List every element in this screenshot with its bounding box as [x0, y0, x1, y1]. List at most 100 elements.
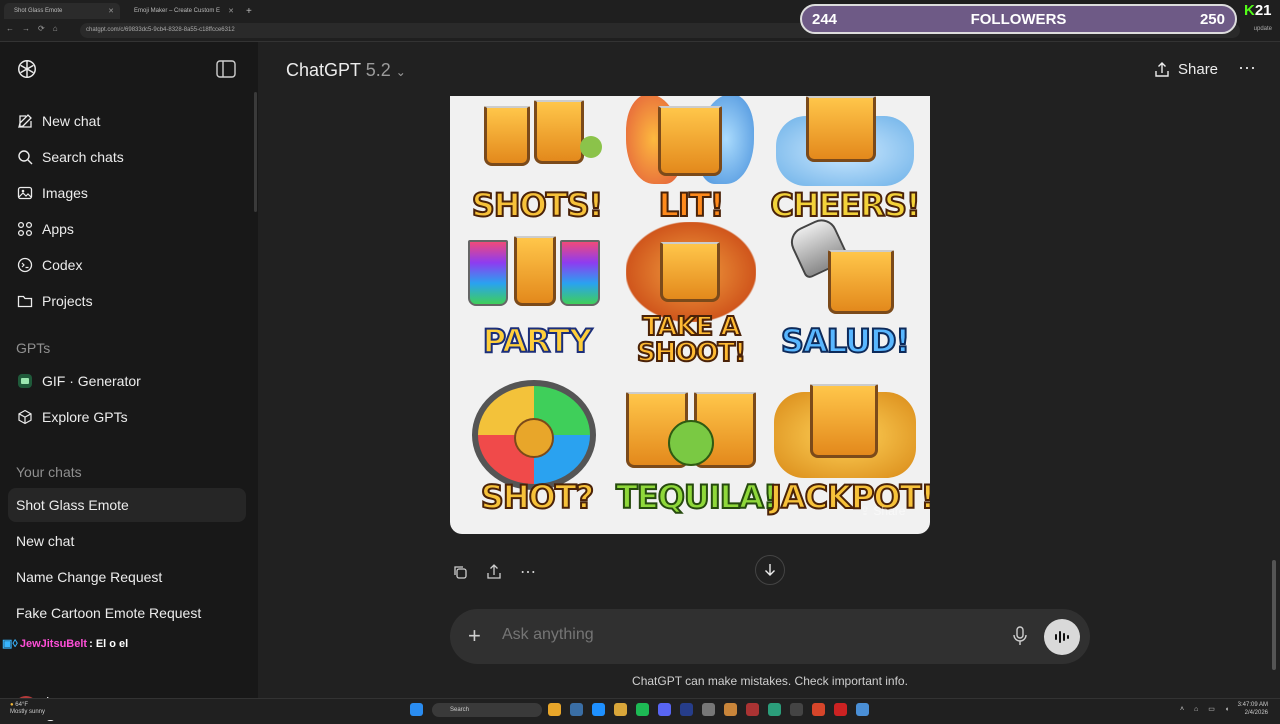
your-chats-heading: Your chats — [16, 464, 82, 480]
chat-item-name-change-request[interactable]: Name Change Request — [8, 560, 246, 594]
spotify-icon[interactable] — [636, 703, 649, 716]
emote-label: CHEERS! — [769, 185, 921, 225]
main-scrollbar[interactable] — [1272, 560, 1276, 670]
chat-username: JewJitsuBelt — [19, 637, 88, 650]
shot-glass-icon — [514, 236, 556, 306]
scroll-down-button[interactable] — [755, 555, 785, 585]
edit-icon — [16, 112, 34, 130]
app-icon[interactable] — [856, 703, 869, 716]
image-share-button[interactable]: ⇪ Share — [860, 504, 905, 518]
emote-cheers: CHEERS! — [769, 96, 922, 234]
gif-icon — [16, 372, 34, 390]
edge-icon[interactable] — [592, 703, 605, 716]
followers-current: 244 — [812, 10, 838, 28]
generated-image[interactable]: SHOTS! LIT! CHEERS! PARTY TAKE A SHOOT! … — [450, 96, 930, 534]
openai-logo-icon[interactable] — [16, 58, 38, 80]
shot-glass-icon — [534, 100, 584, 164]
nav-apps[interactable]: Apps — [16, 217, 74, 241]
disclaimer: ChatGPT can make mistakes. Check importa… — [632, 674, 908, 688]
obs-icon[interactable] — [834, 703, 847, 716]
taskbar-pinned — [548, 703, 869, 716]
weather-widget[interactable]: ● 64°F Mostly sunny — [10, 702, 45, 716]
folder-icon — [16, 292, 34, 310]
emote-label: SHOT? — [480, 477, 595, 517]
sidebar: New chat Search chats Images Apps Codex … — [0, 42, 258, 724]
rainbow-shot-icon — [468, 240, 508, 306]
emote-lit: LIT! — [616, 96, 766, 234]
app-icon[interactable] — [746, 703, 759, 716]
system-tray[interactable]: ˄ ⌂ ▭ ◖ — [1180, 705, 1233, 713]
sidebar-toggle-icon[interactable] — [216, 60, 236, 78]
terminal-icon[interactable] — [790, 703, 803, 716]
chat-badge-icon: ▣◊ — [2, 638, 18, 650]
more-options-icon[interactable]: ⋯ — [1238, 58, 1256, 79]
browser-nav-buttons[interactable]: ←→⟳⌂ — [6, 24, 66, 33]
shot-glass-icon — [484, 106, 530, 166]
emote-party: PARTY — [462, 222, 612, 370]
share-icon: ⇪ — [860, 504, 871, 518]
nav-codex[interactable]: Codex — [16, 253, 82, 277]
chrome-icon[interactable] — [548, 703, 561, 716]
nav-projects[interactable]: Projects — [16, 289, 93, 313]
nav-search-chats[interactable]: Search chats — [16, 145, 124, 169]
windows-start-icon[interactable] — [410, 703, 423, 716]
close-icon[interactable]: ✕ — [108, 7, 114, 15]
sidebar-scrollbar[interactable] — [254, 92, 257, 212]
app-icon[interactable] — [768, 703, 781, 716]
model-version: 5.2 — [365, 60, 391, 80]
chat-item-new-chat[interactable]: New chat — [8, 524, 246, 558]
emote-label: TEQUILA! — [615, 477, 779, 517]
app-icon[interactable] — [702, 703, 715, 716]
voice-mode-button[interactable] — [1044, 619, 1080, 655]
gpt-gif-generator[interactable]: GIF · Generator — [16, 369, 141, 393]
model-selector[interactable]: ChatGPT 5.2 ⌄ — [286, 60, 406, 81]
chat-item-fake-cartoon-emote[interactable]: Fake Cartoon Emote Request — [8, 596, 246, 630]
codex-icon — [16, 256, 34, 274]
copy-icon[interactable] — [450, 562, 470, 582]
prompt-input[interactable] — [502, 626, 982, 644]
emote-tequila: TEQUILA! — [615, 378, 779, 526]
tab-title: Emoji Maker – Create Custom E — [134, 8, 221, 14]
lime-mascot-icon — [668, 420, 714, 466]
share-icon[interactable] — [484, 562, 504, 582]
followers-goal: 250 — [1199, 10, 1225, 28]
discord-icon[interactable] — [658, 703, 671, 716]
sun-icon: ● — [10, 702, 14, 708]
new-tab-button[interactable]: + — [244, 3, 258, 19]
nav-label: Explore GPTs — [42, 409, 128, 425]
folder-icon[interactable] — [614, 703, 627, 716]
waveform-icon — [1055, 631, 1069, 643]
nav-label: New chat — [42, 113, 101, 129]
explorer-icon[interactable] — [570, 703, 583, 716]
stream-chat-message: ▣◊ JewJitsuBelt : El o el — [2, 637, 128, 651]
browser-tab[interactable]: Emoji Maker – Create Custom E ✕ — [124, 3, 240, 19]
shot-glass-icon — [658, 106, 722, 176]
shot-glass-icon — [828, 250, 894, 314]
nav-label: GIF · Generator — [42, 373, 141, 389]
emote-salud: SALUD! — [770, 214, 920, 370]
close-icon[interactable]: ✕ — [228, 7, 234, 15]
taskbar-search[interactable]: Search — [432, 703, 542, 717]
nav-images[interactable]: Images — [16, 181, 88, 205]
kick-icon: K — [1244, 2, 1255, 19]
plus-icon[interactable]: + — [468, 623, 481, 649]
photoshop-icon[interactable] — [680, 703, 693, 716]
share-button[interactable]: Share — [1154, 61, 1218, 78]
emote-label: PARTY — [482, 321, 593, 361]
emote-label: SHOTS! — [471, 185, 605, 225]
emote-label: LIT! — [658, 185, 726, 225]
browser-tab-active[interactable]: Shot Glass Emote ✕ — [4, 3, 120, 19]
microphone-icon[interactable] — [1012, 626, 1028, 646]
more-options-icon[interactable]: ⋯ — [518, 562, 538, 582]
emote-take-a-shoot: TAKE A SHOOT! — [616, 222, 766, 370]
chevron-down-icon: ⌄ — [395, 65, 406, 79]
clock[interactable]: 3:47:09 AM 2/4/2026 — [1238, 701, 1268, 717]
chat-item-shot-glass-emote[interactable]: Shot Glass Emote — [8, 488, 246, 522]
nav-label: Images — [42, 185, 88, 201]
brave-icon[interactable] — [812, 703, 825, 716]
app-icon[interactable] — [724, 703, 737, 716]
nav-new-chat[interactable]: New chat — [16, 109, 100, 133]
image-icon — [16, 184, 34, 202]
gpt-explore[interactable]: Explore GPTs — [16, 405, 128, 429]
update-button[interactable]: update — [1254, 26, 1272, 32]
